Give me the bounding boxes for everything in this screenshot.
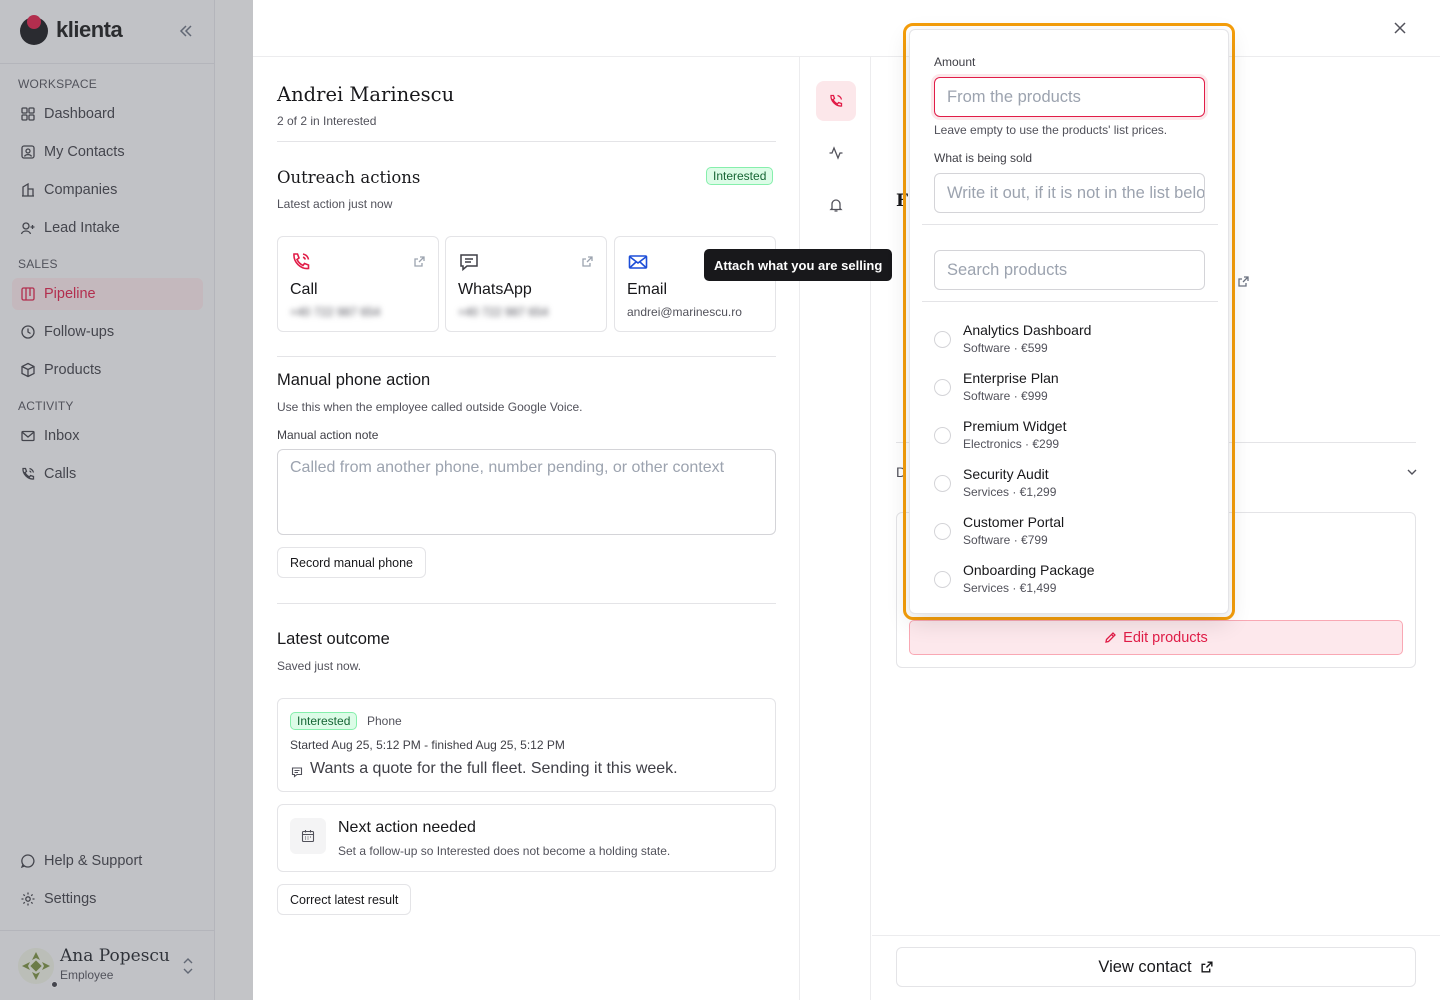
divider bbox=[277, 141, 776, 142]
note-icon bbox=[291, 767, 303, 778]
close-icon[interactable] bbox=[1392, 20, 1408, 36]
external-link-icon bbox=[1201, 961, 1213, 973]
mail-icon bbox=[628, 255, 648, 269]
action-label: WhatsApp bbox=[458, 281, 532, 298]
tooltip: Attach what you are selling bbox=[704, 249, 893, 281]
rail-outreach-button[interactable] bbox=[816, 81, 856, 121]
radio-button[interactable] bbox=[934, 571, 951, 588]
divider bbox=[277, 603, 776, 604]
next-action-card: Next action needed Set a follow-up so In… bbox=[277, 804, 776, 872]
product-name: Security Audit bbox=[963, 466, 1049, 482]
action-label: Call bbox=[290, 281, 318, 298]
phone-call-icon bbox=[830, 94, 843, 107]
radio-button[interactable] bbox=[934, 475, 951, 492]
correct-latest-result-button[interactable]: Correct latest result bbox=[277, 884, 412, 915]
rail-reminders-button[interactable] bbox=[816, 185, 856, 225]
latest-outcome-subtitle: Saved just now. bbox=[277, 659, 362, 673]
external-link-icon bbox=[1238, 276, 1249, 287]
radio-button[interactable] bbox=[934, 379, 951, 396]
amount-label: Amount bbox=[934, 55, 976, 69]
drawer-icon-rail bbox=[801, 57, 871, 1000]
attach-products-popover: Amount From the products Leave empty to … bbox=[909, 29, 1229, 614]
product-meta: Electronics · €299 bbox=[963, 437, 1060, 451]
outcome-timing: Started Aug 25, 5:12 PM - finished Aug 2… bbox=[290, 738, 565, 752]
product-name: Analytics Dashboard bbox=[963, 322, 1092, 338]
product-meta: Services · €1,299 bbox=[963, 485, 1057, 499]
next-action-title: Next action needed bbox=[338, 819, 476, 836]
product-option[interactable]: Onboarding Package Services · €1,499 bbox=[934, 560, 1214, 600]
latest-outcome-title: Latest outcome bbox=[277, 630, 390, 648]
amount-input[interactable]: From the products bbox=[934, 77, 1205, 117]
outreach-title: Outreach actions bbox=[277, 168, 421, 187]
product-meta: Services · €1,499 bbox=[963, 581, 1057, 595]
view-contact-label: View contact bbox=[1098, 957, 1192, 976]
divider bbox=[277, 356, 776, 357]
product-name: Onboarding Package bbox=[963, 562, 1095, 578]
sold-input[interactable]: Write it out, if it is not in the list b… bbox=[934, 173, 1205, 213]
phone-number: +40 722 987 654 bbox=[290, 305, 381, 319]
edit-products-button[interactable]: Edit products bbox=[909, 620, 1403, 655]
calendar-icon bbox=[290, 818, 326, 854]
contact-drawer: Andrei Marinescu 2 of 2 in Interested Ou… bbox=[253, 0, 1440, 1000]
latest-outcome-card: Interested Phone Started Aug 25, 5:12 PM… bbox=[277, 698, 776, 792]
contact-name: Andrei Marinescu bbox=[277, 83, 455, 106]
outreach-column: Andrei Marinescu 2 of 2 in Interested Ou… bbox=[253, 57, 800, 1000]
product-option[interactable]: Premium Widget Electronics · €299 bbox=[934, 416, 1214, 456]
product-meta: Software · €999 bbox=[963, 389, 1048, 403]
radio-button[interactable] bbox=[934, 523, 951, 540]
radio-button[interactable] bbox=[934, 331, 951, 348]
record-manual-phone-button[interactable]: Record manual phone bbox=[277, 547, 426, 578]
radio-button[interactable] bbox=[934, 427, 951, 444]
whatsapp-action-card[interactable]: WhatsApp +40 722 987 654 bbox=[445, 236, 607, 332]
whatsapp-number: +40 722 987 654 bbox=[458, 305, 549, 319]
next-action-subtitle: Set a follow-up so Interested does not b… bbox=[338, 844, 671, 858]
divider bbox=[922, 224, 1218, 225]
pencil-icon bbox=[1105, 632, 1117, 643]
outcome-channel: Phone bbox=[367, 714, 402, 728]
bell-icon bbox=[829, 199, 843, 212]
outcome-note: Wants a quote for the full fleet. Sendin… bbox=[310, 760, 678, 777]
phone-call-icon bbox=[293, 253, 310, 270]
external-link-icon bbox=[414, 256, 425, 267]
view-contact-button[interactable]: View contact bbox=[896, 947, 1416, 987]
divider bbox=[922, 301, 1218, 302]
outcome-badge: Interested bbox=[290, 712, 358, 730]
product-name: Customer Portal bbox=[963, 514, 1065, 530]
chevron-down-icon[interactable] bbox=[1405, 465, 1419, 479]
product-meta: Software · €799 bbox=[963, 533, 1048, 547]
drawer-footer: View contact bbox=[872, 935, 1440, 987]
manual-note-label: Manual action note bbox=[277, 428, 379, 442]
message-square-icon bbox=[460, 254, 478, 272]
action-label: Email bbox=[627, 281, 668, 298]
product-meta: Software · €599 bbox=[963, 341, 1048, 355]
contact-position: 2 of 2 in Interested bbox=[277, 114, 377, 128]
edit-products-label: Edit products bbox=[1123, 629, 1208, 646]
manual-note-textarea[interactable]: Called from another phone, number pendin… bbox=[277, 449, 776, 535]
status-badge: Interested bbox=[706, 167, 774, 185]
manual-phone-title: Manual phone action bbox=[277, 371, 431, 389]
product-option[interactable]: Security Audit Services · €1,299 bbox=[934, 464, 1214, 504]
product-option[interactable]: Enterprise Plan Software · €999 bbox=[934, 368, 1214, 408]
search-products-input[interactable]: Search products bbox=[934, 250, 1205, 290]
call-action-card[interactable]: Call +40 722 987 654 bbox=[277, 236, 439, 332]
sold-label: What is being sold bbox=[934, 151, 1033, 165]
external-link-icon bbox=[582, 256, 593, 267]
amount-help: Leave empty to use the products' list pr… bbox=[934, 123, 1168, 137]
product-name: Premium Widget bbox=[963, 418, 1067, 434]
product-name: Enterprise Plan bbox=[963, 370, 1059, 386]
activity-icon bbox=[829, 146, 843, 160]
rail-activity-button[interactable] bbox=[816, 133, 856, 173]
outreach-subtitle: Latest action just now bbox=[277, 197, 393, 211]
product-option[interactable]: Customer Portal Software · €799 bbox=[934, 512, 1214, 552]
email-address: andrei@marinescu.ro bbox=[627, 305, 742, 319]
manual-phone-subtitle: Use this when the employee called outsid… bbox=[277, 400, 583, 414]
product-option[interactable]: Analytics Dashboard Software · €599 bbox=[934, 320, 1214, 360]
